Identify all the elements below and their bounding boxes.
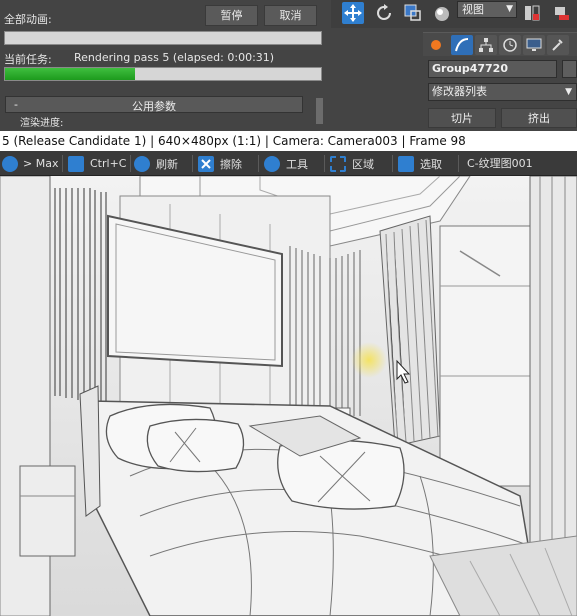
toolbar-divider (458, 155, 459, 172)
vray-logo-icon (2, 155, 18, 172)
close-icon (198, 155, 214, 172)
rendered-bedroom-image (0, 176, 577, 616)
object-color-swatch[interactable] (562, 60, 577, 78)
rotate-icon[interactable] (373, 2, 395, 24)
extrude-button[interactable]: 挤出 (501, 108, 577, 128)
copy-button[interactable]: Ctrl+C (68, 154, 126, 173)
region-select-icon (330, 155, 346, 172)
overall-animation-label: 全部动画: (4, 13, 52, 26)
refresh-button[interactable]: 刷新 (134, 154, 178, 173)
toolbar-divider (192, 155, 193, 172)
motion-tab-icon[interactable] (499, 35, 521, 55)
current-task-label: 当前任务: (4, 53, 52, 66)
move-icon[interactable] (342, 2, 364, 24)
main-toolbar: 视图 ▼ (331, 0, 577, 28)
render-progress-label: 渲染进度: (20, 118, 64, 129)
copy-icon (68, 155, 84, 172)
refresh-icon (134, 155, 150, 172)
dialog-scrollbar[interactable] (316, 98, 323, 124)
scale-icon[interactable] (402, 2, 424, 24)
modifier-list-dropdown[interactable]: 修改器列表 ▼ (428, 83, 577, 101)
modifier-list-value: 修改器列表 (432, 85, 487, 98)
overall-progress-bar (4, 31, 322, 45)
region-label: 区域 (352, 157, 374, 171)
copy-label: Ctrl+C (90, 157, 127, 170)
material-sphere-icon[interactable] (431, 2, 453, 24)
display-tab-icon[interactable] (523, 35, 545, 55)
current-task-value: Rendering pass 5 (elapsed: 0:00:31) (74, 51, 275, 64)
max-link-button[interactable]: > Max (2, 154, 58, 173)
erase-label: 擦除 (220, 157, 242, 171)
frame-window-title: 5 (Release Candidate 1) | 640×480px (1:1… (0, 131, 577, 151)
rollout-title: 公用参数 (132, 100, 176, 113)
frame-toolbar: > Max Ctrl+C 刷新 擦除 工具 区域 选取 C-纹理图001 (0, 151, 577, 176)
object-name-field[interactable]: Group47720 (428, 60, 557, 78)
chevron-down-icon: ▼ (565, 87, 572, 97)
task-progress-bar (4, 67, 322, 81)
modify-tab-icon[interactable] (451, 35, 473, 55)
region-button[interactable]: 区域 (330, 154, 374, 173)
pick-button[interactable]: 选取 (398, 154, 442, 173)
align-icon[interactable] (551, 2, 573, 24)
common-params-rollout[interactable]: - 公用参数 (5, 96, 303, 113)
erase-button[interactable]: 擦除 (198, 154, 242, 173)
cursor-highlight (351, 342, 387, 378)
render-frame-view[interactable] (0, 176, 577, 616)
task-progress-fill (5, 68, 135, 80)
render-progress-dialog: 全部动画: 暂停 取消 当前任务: Rendering pass 5 (elap… (0, 0, 331, 131)
view-select-value: 视图 (462, 3, 484, 16)
command-panel-tabs (423, 32, 577, 56)
chevron-down-icon: ▼ (506, 4, 513, 14)
tools-label: 工具 (286, 157, 308, 171)
toolbar-divider (62, 155, 63, 172)
gear-icon (264, 155, 280, 172)
refresh-label: 刷新 (156, 157, 178, 171)
toolbar-divider (130, 155, 131, 172)
max-link-label: > Max (23, 157, 59, 170)
max-interface: 视图 ▼ Group47720 修改器列表 ▼ 切片 挤出 (331, 0, 577, 131)
mirror-icon[interactable] (521, 2, 543, 24)
utilities-tab-icon[interactable] (547, 35, 569, 55)
render-element-select[interactable]: C-纹理图001 (463, 154, 577, 173)
create-tab-icon[interactable] (425, 35, 447, 55)
pick-label: 选取 (420, 157, 442, 171)
slice-button[interactable]: 切片 (428, 108, 496, 128)
reference-coord-select[interactable]: 视图 ▼ (457, 1, 517, 18)
toolbar-divider (392, 155, 393, 172)
cancel-button[interactable]: 取消 (264, 5, 317, 26)
hierarchy-tab-icon[interactable] (475, 35, 497, 55)
toolbar-divider (324, 155, 325, 172)
toolbar-divider (258, 155, 259, 172)
hand-pick-icon (398, 155, 414, 172)
tools-button[interactable]: 工具 (264, 154, 308, 173)
pause-button[interactable]: 暂停 (205, 5, 258, 26)
